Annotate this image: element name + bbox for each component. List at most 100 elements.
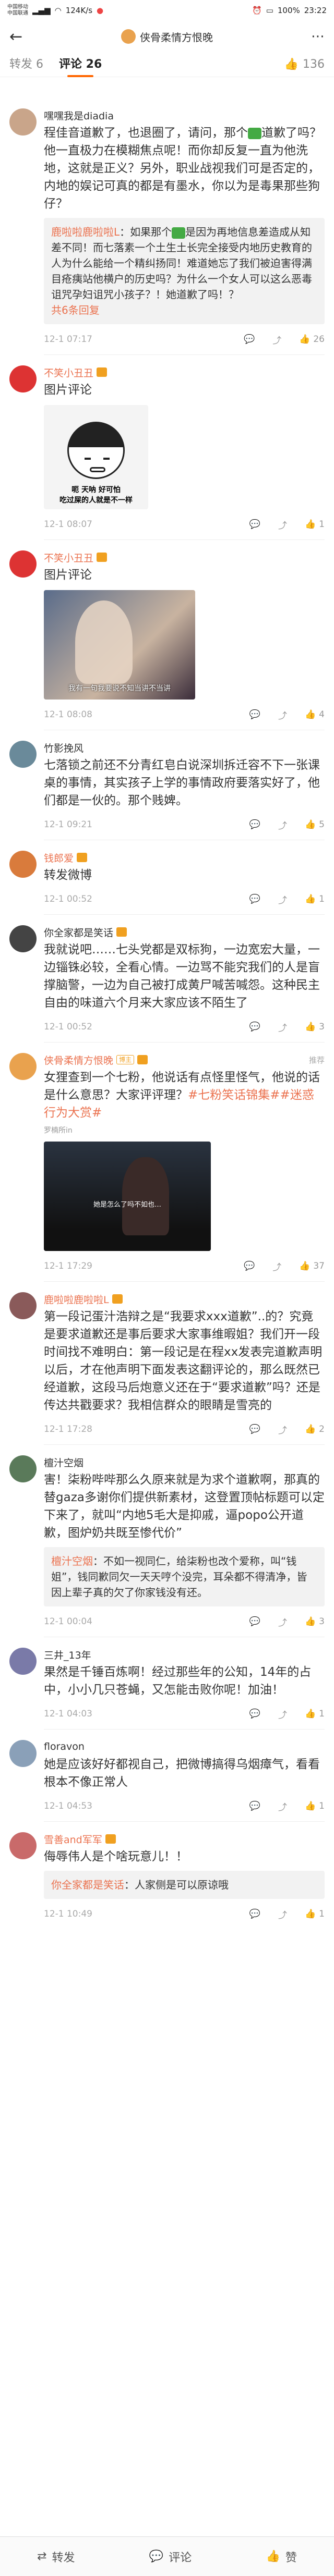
drama-still-image[interactable]: 我有一句我要说不知当讲不当讲 (44, 590, 195, 700)
like-count: 3 (319, 1616, 325, 1627)
tab-comment[interactable]: 评论 26 (59, 52, 102, 77)
reply-box[interactable]: 鹿啦啦鹿啦啦L：如果那个 是因为再地信息差造成从知差不同！而七落素一个土生土长完全… (44, 218, 325, 324)
green-hat-emoji-icon (248, 127, 261, 139)
like-button[interactable]: 👍 赞 (266, 2548, 296, 2565)
reply-username[interactable]: 你全家都是笑话 (51, 1879, 124, 1891)
avatar[interactable] (9, 1455, 37, 1482)
avatar[interactable] (9, 550, 37, 578)
like-button[interactable]: 👍 2 (305, 1424, 325, 1434)
like-button[interactable]: 👍 3 (305, 1022, 325, 1032)
like-count: 3 (319, 1022, 325, 1032)
reply-icon[interactable]: 💬 (249, 519, 260, 530)
thumbs-up-icon: 👍 (299, 1261, 311, 1271)
share-icon[interactable]: ⤴ (278, 1615, 287, 1628)
like-button[interactable]: 👍 1 (305, 1801, 325, 1811)
comment-time: 12-1 10:49 (44, 1909, 92, 1919)
reply-icon[interactable]: 💬 (244, 1261, 255, 1271)
network-speed: 124K/s (65, 6, 93, 15)
like-button[interactable]: 👍 1 (305, 1709, 325, 1719)
like-button[interactable]: 👍 37 (299, 1261, 325, 1271)
more-replies-link[interactable]: 共6条回复 (51, 302, 317, 318)
reply-icon[interactable]: 💬 (249, 819, 260, 830)
reply-icon[interactable]: 💬 (249, 709, 260, 720)
comment-username[interactable]: floravon (44, 1740, 325, 1753)
thumbs-up-icon: 👍 (305, 1616, 316, 1627)
avatar[interactable] (9, 741, 37, 768)
meme-image[interactable]: 呃 天呐 好可怕 吃过屎的人就是不一样 (44, 405, 148, 509)
reply-icon[interactable]: 💬 (249, 1022, 260, 1032)
reply-username[interactable]: 檀汁空烟 (51, 1555, 93, 1567)
reply-box[interactable]: 檀汁空烟：不如一视同仁，给柒粉也改个爱称，叫“钱姐”，钱同歉同欠一天天哼个没完，… (44, 1547, 325, 1606)
comment-username[interactable]: 不笑小丑丑 (44, 550, 325, 564)
like-button[interactable]: 👍 3 (305, 1616, 325, 1627)
meme-face-icon (67, 422, 125, 479)
share-icon[interactable]: ⤴ (278, 518, 287, 531)
like-count: 4 (319, 709, 325, 720)
like-button[interactable]: 👍 4 (305, 709, 325, 720)
share-icon[interactable]: ⤴ (278, 1908, 287, 1921)
avatar[interactable] (9, 1053, 37, 1080)
avatar[interactable] (9, 1292, 37, 1319)
comment-username[interactable]: 嘿嘿我是diadia (44, 108, 325, 122)
comment-username[interactable]: 雪善and军军 (44, 1832, 325, 1846)
reply-icon[interactable]: 💬 (249, 1801, 260, 1811)
avatar[interactable] (9, 1832, 37, 1859)
reply-icon[interactable]: 💬 (249, 1616, 260, 1627)
like-button[interactable]: 👍 1 (305, 519, 325, 530)
meme-caption-1: 呃 天呐 好可怕 (71, 486, 121, 494)
share-icon[interactable]: ⤴ (278, 1800, 287, 1813)
comment-button[interactable]: 💬 评论 (149, 2548, 192, 2565)
avatar[interactable] (9, 1740, 37, 1767)
share-icon[interactable]: ⤴ (278, 1021, 287, 1034)
comment-username[interactable]: 三井_13年 (44, 1648, 325, 1661)
reply-icon[interactable]: 💬 (249, 1424, 260, 1434)
comment-item: 三井_13年 果然是千锤百炼啊！经过那些年的公知，14年的占中，小小几只苍蝇，又… (0, 1637, 334, 1729)
comment-username[interactable]: 竹影挽风 (44, 741, 325, 754)
comment-username[interactable]: 钱郎爱 (44, 851, 325, 864)
share-icon[interactable]: ⤴ (278, 893, 287, 906)
reply-icon[interactable]: 💬 (249, 1709, 260, 1719)
avatar[interactable] (9, 1648, 37, 1675)
like-count: 26 (313, 334, 325, 345)
carrier-1: 中国移动 (7, 4, 28, 10)
share-icon[interactable]: ⤴ (278, 1423, 287, 1436)
nav-header: ← 侠骨柔情方恨晚 ⋯ (0, 21, 334, 52)
avatar[interactable] (9, 365, 37, 392)
avatar[interactable] (9, 108, 37, 136)
tab-repost[interactable]: 转发 6 (9, 52, 43, 77)
comment-username[interactable]: 你全家都是笑话 (44, 925, 325, 939)
reply-icon[interactable]: 💬 (244, 334, 255, 345)
figure-silhouette (122, 1157, 169, 1235)
comment-username[interactable]: 鹿啦啦鹿啦啦L (44, 1292, 325, 1306)
reply-username[interactable]: 鹿啦啦鹿啦啦L (51, 226, 120, 238)
like-button[interactable]: 👍 5 (305, 819, 325, 830)
more-options-icon[interactable]: ⋯ (311, 29, 325, 44)
meme-caption-2: 吃过屎的人就是不一样 (59, 496, 133, 505)
share-icon[interactable]: ⤴ (272, 1260, 281, 1273)
share-icon[interactable]: ⤴ (278, 708, 287, 721)
like-button[interactable]: 👍 1 (305, 894, 325, 904)
like-button[interactable]: 👍 26 (299, 334, 325, 345)
comment-username[interactable]: 侠骨柔情方恨晚 博主 推荐 (44, 1053, 325, 1066)
share-icon[interactable]: ⤴ (278, 1708, 287, 1721)
repost-button[interactable]: ⇄ 转发 (37, 2548, 75, 2565)
comment-username[interactable]: 檀汁空烟 (44, 1455, 325, 1469)
share-icon[interactable]: ⤴ (278, 818, 287, 831)
avatar[interactable] (9, 851, 37, 878)
tab-like[interactable]: 👍 136 (284, 58, 325, 71)
comment-item: 雪善and军军 侮辱伟人是个啥玩意儿！！ 你全家都是笑话：人家侧是可以原谅哦 1… (0, 1822, 334, 1922)
comment-username[interactable]: 不笑小丑丑 (44, 365, 325, 379)
wifi-icon: ◠ (54, 6, 62, 15)
like-button[interactable]: 👍 1 (305, 1909, 325, 1919)
vip-crown-icon (97, 553, 108, 562)
comment-time: 12-1 09:21 (44, 819, 92, 830)
video-image[interactable]: 她是怎么了吗不如也… (44, 1142, 211, 1251)
avatar[interactable] (9, 925, 37, 952)
comment-time: 12-1 17:29 (44, 1261, 92, 1271)
reply-icon[interactable]: 💬 (249, 894, 260, 904)
header-avatar (121, 29, 136, 44)
reply-box[interactable]: 你全家都是笑话：人家侧是可以原谅哦 (44, 1871, 325, 1899)
share-icon[interactable]: ⤴ (272, 333, 281, 346)
reply-icon[interactable]: 💬 (249, 1909, 260, 1919)
back-arrow-icon[interactable]: ← (9, 28, 30, 46)
